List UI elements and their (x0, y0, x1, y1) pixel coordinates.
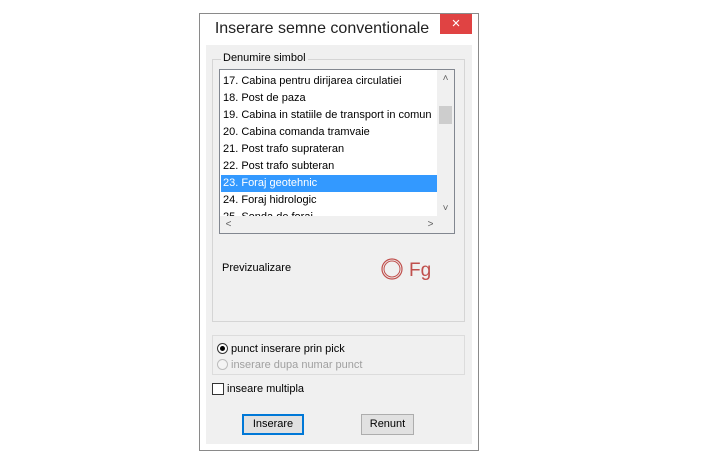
scroll-up-icon[interactable]: ˄ (437, 70, 454, 87)
list-item-selected[interactable]: 23. Foraj geotehnic (221, 175, 439, 192)
scrollbar-corner (437, 216, 454, 233)
list-item[interactable]: 24. Foraj hidrologic (221, 192, 439, 209)
preview-symbol: Fg (381, 258, 431, 281)
radio-pick[interactable]: punct inserare prin pick (217, 341, 345, 356)
close-icon: × (451, 15, 461, 32)
list-item[interactable]: 21. Post trafo suprateran (221, 141, 439, 158)
preview-symbol-text: Fg (409, 260, 431, 281)
circle-icon (381, 258, 403, 280)
list-item[interactable]: 19. Cabina in statiile de transport in c… (221, 107, 439, 124)
list-item[interactable]: 18. Post de paza (221, 90, 439, 107)
multiple-insert-checkbox[interactable]: inseare multipla (212, 382, 304, 396)
vertical-scroll-thumb[interactable] (439, 106, 452, 124)
symbol-group: Denumire simbol 17. Cabina pentru dirija… (212, 52, 465, 322)
radio-pick-label: punct inserare prin pick (231, 342, 345, 355)
symbol-listbox[interactable]: 17. Cabina pentru dirijarea circulatiei … (219, 69, 455, 234)
multiple-insert-box[interactable] (212, 383, 224, 395)
insert-mode-group: punct inserare prin pick inserare dupa n… (212, 335, 465, 375)
symbol-group-label: Denumire simbol (221, 52, 308, 64)
radio-pick-button[interactable] (217, 343, 228, 354)
horizontal-scrollbar[interactable]: < > (220, 216, 439, 233)
cancel-button[interactable]: Renunt (361, 414, 414, 435)
symbol-list: 17. Cabina pentru dirijarea circulatiei … (220, 70, 439, 217)
list-item[interactable]: 20. Cabina comanda tramvaie (221, 124, 439, 141)
insert-symbols-dialog: Inserare semne conventionale × Denumire … (199, 13, 479, 451)
close-button[interactable]: × (440, 14, 472, 34)
list-item[interactable]: 22. Post trafo subteran (221, 158, 439, 175)
dialog-body: Denumire simbol 17. Cabina pentru dirija… (206, 45, 472, 444)
vertical-scrollbar[interactable]: ˄ ˅ (437, 70, 454, 217)
dialog-title: Inserare semne conventionale (214, 20, 430, 37)
radio-number: inserare dupa numar punct (217, 357, 362, 372)
multiple-insert-label: inseare multipla (227, 383, 305, 395)
scroll-left-icon[interactable]: < (220, 216, 237, 233)
insert-button[interactable]: Inserare (242, 414, 304, 435)
title-bar[interactable]: Inserare semne conventionale × (200, 14, 478, 45)
radio-number-button (217, 359, 228, 370)
list-item[interactable]: 17. Cabina pentru dirijarea circulatiei (221, 73, 439, 90)
preview-label: Previzualizare (222, 262, 292, 274)
radio-number-label: inserare dupa numar punct (231, 358, 363, 371)
scroll-down-icon[interactable]: ˅ (437, 200, 454, 217)
